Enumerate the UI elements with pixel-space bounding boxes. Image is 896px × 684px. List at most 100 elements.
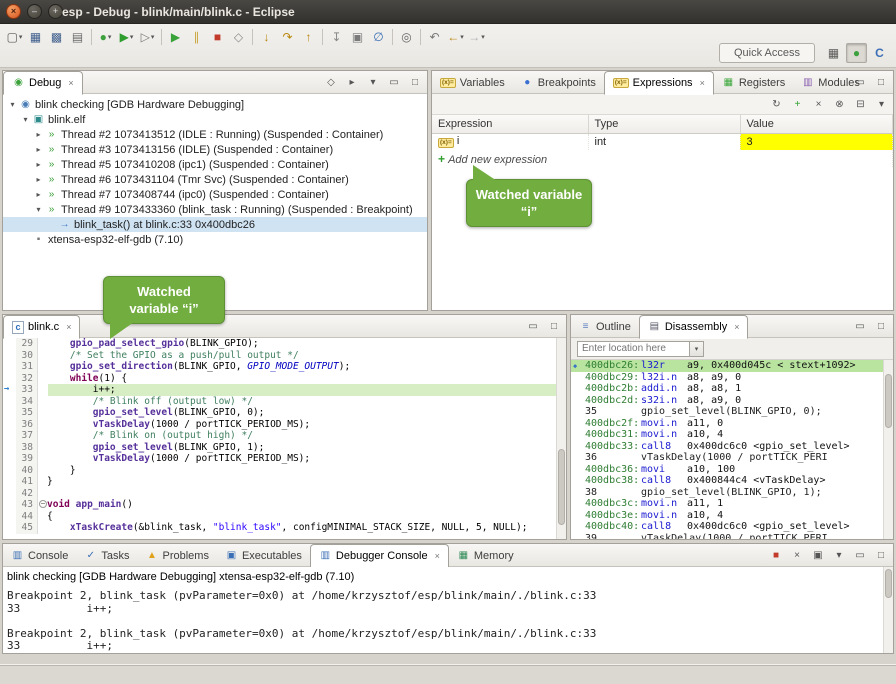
maximize-icon[interactable]: □ bbox=[547, 318, 561, 334]
collapse-all-icon[interactable]: ⊟ bbox=[853, 96, 868, 112]
forward-icon[interactable]: →▾ bbox=[466, 27, 487, 47]
tab-executables[interactable]: ▣Executables bbox=[217, 544, 310, 567]
minimize-button[interactable]: – bbox=[27, 4, 42, 19]
tab-problems[interactable]: ▲Problems bbox=[137, 544, 216, 567]
back-icon[interactable]: ←▾ bbox=[445, 27, 466, 47]
console-output[interactable]: blink checking [GDB Hardware Debugging] … bbox=[3, 567, 883, 653]
disassembly-instruction-row[interactable]: 400dbc40:call80x400dc6c0 <gpio_set_level… bbox=[571, 521, 883, 533]
step-return-icon[interactable]: ↑ bbox=[298, 27, 319, 47]
fold-marker-icon[interactable] bbox=[39, 500, 47, 508]
minimize-icon[interactable]: ▭ bbox=[853, 547, 867, 563]
run-icon[interactable]: ▶▾ bbox=[116, 27, 137, 47]
terminate-icon[interactable]: ■ bbox=[769, 547, 783, 563]
tree-row[interactable]: ▸»Thread #2 1073413512 (IDLE : Running) … bbox=[3, 127, 427, 142]
code-line[interactable]: 44{ bbox=[3, 511, 556, 523]
line-number[interactable]: 34 bbox=[16, 396, 38, 408]
code-line[interactable]: 32 while(1) { bbox=[3, 373, 556, 385]
save-all-icon[interactable]: ▩ bbox=[46, 27, 67, 47]
pin-console-icon[interactable]: ▣ bbox=[811, 547, 825, 563]
remove-all-expressions-icon[interactable]: ⊗ bbox=[832, 96, 847, 112]
add-expression-row[interactable]: + Add new expression bbox=[432, 150, 893, 167]
disassembly-scrollbar[interactable] bbox=[883, 360, 893, 539]
view-menu-icon[interactable]: ▾ bbox=[874, 96, 889, 112]
new-wizard-icon[interactable]: ▢▾ bbox=[4, 27, 25, 47]
line-number[interactable]: 44 bbox=[16, 511, 38, 523]
disassembly-instruction-row[interactable]: 400dbc2f:movi.na11, 0 bbox=[571, 418, 883, 430]
disassembly-source-row[interactable]: 35gpio_set_level(BLINK_GPIO, 0); bbox=[571, 406, 883, 418]
tab-debugger-console[interactable]: ▥Debugger Console× bbox=[310, 544, 449, 568]
disassembly-instruction-row[interactable]: 400dbc29:l32i.na8, a9, 0 bbox=[571, 372, 883, 384]
external-tools-icon[interactable]: ▷▾ bbox=[137, 27, 158, 47]
tree-row[interactable]: ▾▣blink.elf bbox=[3, 112, 427, 127]
console-scrollbar-thumb[interactable] bbox=[885, 569, 892, 598]
line-number[interactable]: 43 bbox=[16, 499, 38, 511]
tab-outline[interactable]: ≡Outline bbox=[571, 315, 639, 338]
console-scrollbar[interactable] bbox=[883, 567, 893, 653]
open-perspective-icon[interactable]: ▦ bbox=[823, 43, 844, 63]
maximize-icon[interactable]: □ bbox=[874, 547, 888, 563]
tab-expressions[interactable]: (x)=Expressions× bbox=[604, 71, 714, 95]
line-number[interactable]: 29 bbox=[16, 338, 38, 350]
tree-row[interactable]: ▸»Thread #6 1073431104 (Tmr Svc) (Suspen… bbox=[3, 172, 427, 187]
last-edit-location-icon[interactable]: ↶ bbox=[424, 27, 445, 47]
code-line[interactable]: 37 /* Blink on (output high) */ bbox=[3, 430, 556, 442]
line-number[interactable]: 38 bbox=[16, 442, 38, 454]
drop-to-frame-icon[interactable]: ↧ bbox=[326, 27, 347, 47]
tree-expander-icon[interactable]: ▾ bbox=[33, 205, 44, 214]
code-line[interactable]: 45 xTaskCreate(&blink_task, "blink_task"… bbox=[3, 522, 556, 534]
tree-expander-icon[interactable]: ▸ bbox=[33, 145, 44, 154]
skip-all-breakpoints-icon[interactable]: ∅ bbox=[368, 27, 389, 47]
cpp-perspective-icon[interactable]: C bbox=[869, 43, 890, 63]
disassembly-source-row[interactable]: 38gpio_set_level(BLINK_GPIO, 1); bbox=[571, 487, 883, 499]
tree-expander-icon[interactable]: ▸ bbox=[33, 175, 44, 184]
close-tab-icon[interactable]: × bbox=[68, 78, 73, 88]
line-number[interactable]: 32 bbox=[16, 373, 38, 385]
minimize-icon[interactable]: ▭ bbox=[387, 74, 401, 90]
code-line[interactable]: 36 vTaskDelay(1000 / portTICK_PERIOD_MS)… bbox=[3, 419, 556, 431]
refresh-icon[interactable]: ↻ bbox=[769, 96, 784, 112]
close-tab-icon[interactable]: × bbox=[734, 322, 739, 332]
disassembly-instruction-row[interactable]: 400dbc2b:addi.na8, a8, 1 bbox=[571, 383, 883, 395]
code-line[interactable]: 34 /* Blink off (output low) */ bbox=[3, 396, 556, 408]
tree-row[interactable]: ▾◉blink checking [GDB Hardware Debugging… bbox=[3, 97, 427, 112]
maximize-button[interactable]: + bbox=[48, 4, 63, 19]
disassembly-instruction-row[interactable]: 400dbc33:call80x400dc6c0 <gpio_set_level… bbox=[571, 441, 883, 453]
remove-expression-icon[interactable]: × bbox=[811, 96, 826, 112]
tree-row[interactable]: ▪xtensa-esp32-elf-gdb (7.10) bbox=[3, 232, 427, 247]
disassembly-instruction-row[interactable]: 400dbc36:movia10, 100 bbox=[571, 464, 883, 476]
disassembly-source-row[interactable]: 36vTaskDelay(1000 / portTICK_PERI bbox=[571, 452, 883, 464]
line-number[interactable]: 41 bbox=[16, 476, 38, 488]
disassembly-instruction-row[interactable]: ◆400dbc26:l32ra9, 0x400d045c < stext+109… bbox=[571, 360, 883, 372]
view-menu-icon[interactable]: ▾ bbox=[366, 74, 380, 90]
instruction-stepping-icon[interactable]: ▣ bbox=[347, 27, 368, 47]
add-expression-icon[interactable]: + bbox=[790, 96, 805, 112]
step-into-icon[interactable]: ↓ bbox=[256, 27, 277, 47]
code-line[interactable]: 35 gpio_set_level(BLINK_GPIO, 0); bbox=[3, 407, 556, 419]
tab-variables[interactable]: (x)=Variables bbox=[432, 71, 513, 94]
expression-row[interactable]: (x)= i int 3 bbox=[432, 133, 893, 150]
tab-disassembly[interactable]: ▤Disassembly× bbox=[639, 315, 749, 339]
code-line[interactable]: 38 gpio_set_level(BLINK_GPIO, 1); bbox=[3, 442, 556, 454]
step-over-icon[interactable]: ↷ bbox=[277, 27, 298, 47]
close-tab-icon[interactable]: × bbox=[66, 322, 71, 332]
disassembly-instruction-row[interactable]: 400dbc38:call80x400844c4 <vTaskDelay> bbox=[571, 475, 883, 487]
location-input[interactable] bbox=[577, 341, 689, 357]
disassembly-instruction-row[interactable]: 400dbc3e:movi.na10, 4 bbox=[571, 510, 883, 522]
tab-memory[interactable]: ▦Memory bbox=[449, 544, 522, 567]
line-number[interactable]: 31 bbox=[16, 361, 38, 373]
code-line[interactable]: →33 i++; bbox=[3, 384, 556, 396]
code-line[interactable]: 42 bbox=[3, 488, 556, 500]
column-header-type[interactable]: Type bbox=[588, 115, 740, 133]
disassembly-instruction-row[interactable]: 400dbc3c:movi.na11, 1 bbox=[571, 498, 883, 510]
column-header-expression[interactable]: Expression bbox=[432, 115, 588, 133]
tab-blink-c[interactable]: cblink.c× bbox=[3, 315, 80, 339]
code-line[interactable]: 29 gpio_pad_select_gpio(BLINK_GPIO); bbox=[3, 338, 556, 350]
tab-debug[interactable]: ◉Debug× bbox=[3, 71, 83, 95]
maximize-icon[interactable]: □ bbox=[874, 74, 888, 90]
disassembly-instruction-row[interactable]: 400dbc2d:s32i.na8, a9, 0 bbox=[571, 395, 883, 407]
tab-tasks[interactable]: ✓Tasks bbox=[76, 544, 137, 567]
tree-expander-icon[interactable]: ▸ bbox=[33, 190, 44, 199]
tree-row[interactable]: ▸»Thread #5 1073410208 (ipc1) (Suspended… bbox=[3, 157, 427, 172]
tab-breakpoints[interactable]: ●Breakpoints bbox=[513, 71, 604, 94]
tree-expander-icon[interactable]: ▾ bbox=[20, 115, 31, 124]
